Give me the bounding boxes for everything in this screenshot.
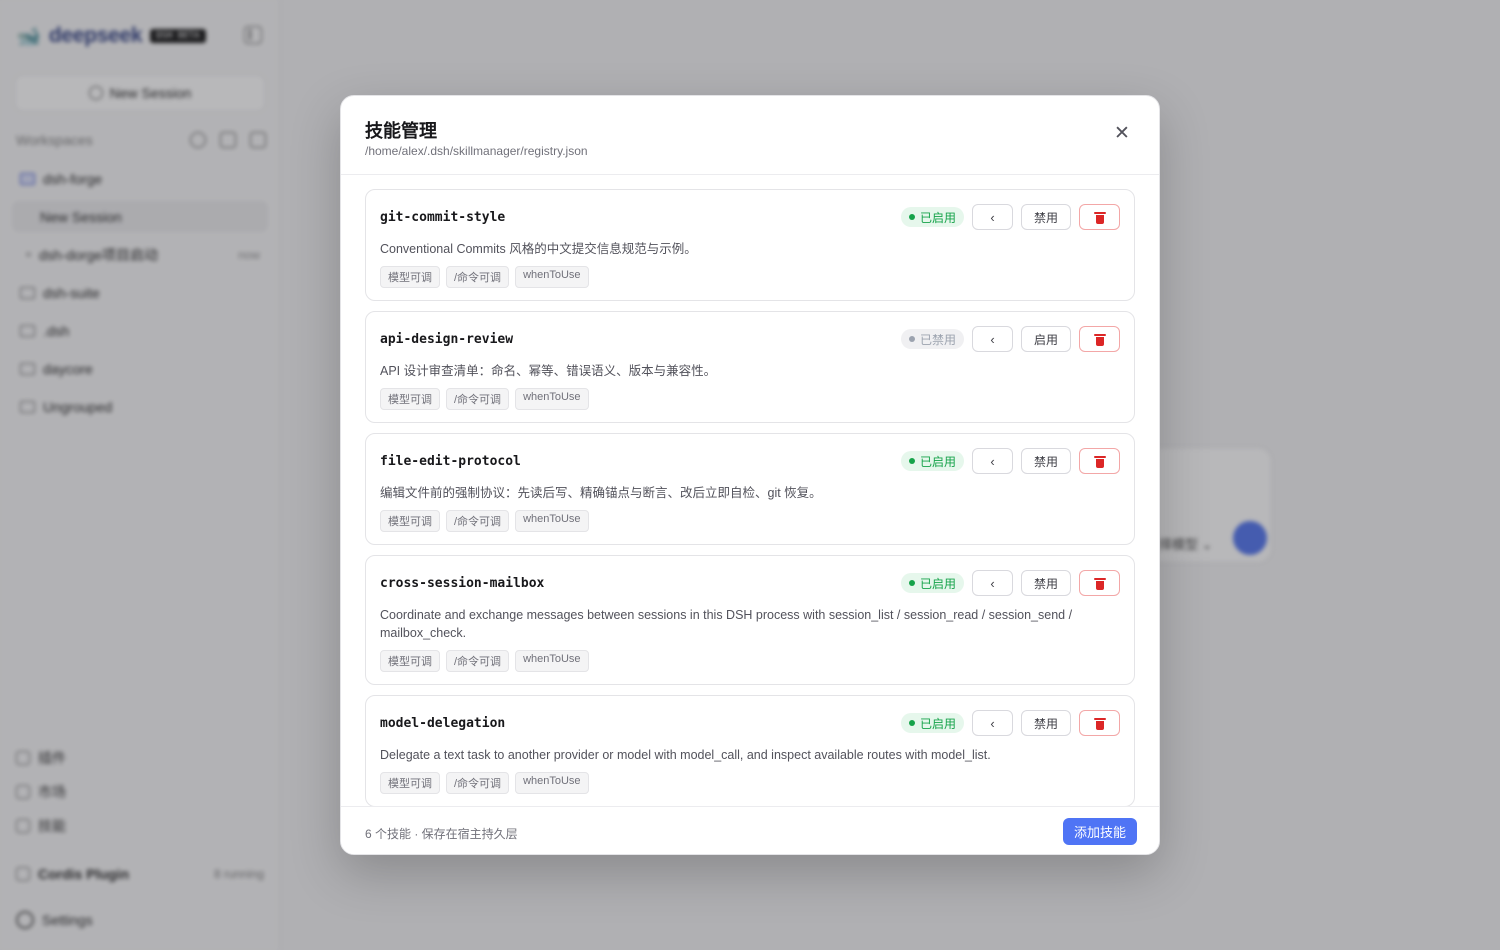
skill-tags: 模型可调/命令可调 whenToUse xyxy=(380,388,1120,410)
skill-tag: whenToUse xyxy=(515,772,589,794)
skill-tag: whenToUse xyxy=(515,266,589,288)
status-badge: 已启用 xyxy=(900,573,964,593)
enable-button[interactable]: 启用 xyxy=(1021,326,1071,352)
expand-button[interactable]: ‹ xyxy=(972,570,1013,596)
skill-tag: 模型可调 xyxy=(380,510,440,532)
close-button[interactable]: ✕ xyxy=(1109,120,1135,146)
skill-manager-modal: 技能管理 /home/alex/.dsh/skillmanager/regist… xyxy=(340,95,1160,855)
status-text: 已启用 xyxy=(919,454,956,469)
status-dot-icon xyxy=(908,336,915,342)
skill-description: API 设计审查清单：命名、幂等、错误语义、版本与兼容性。 xyxy=(380,364,717,378)
skill-tag: /命令可调 xyxy=(446,266,510,288)
skill-tag: whenToUse xyxy=(515,650,589,672)
status-dot-icon xyxy=(908,580,915,586)
status-text: 已启用 xyxy=(919,716,956,731)
skill-description: Coordinate and exchange messages between… xyxy=(380,608,1073,640)
skill-card: api-design-review 已禁用 ‹ 启用 API 设计审查清单：命名、幂等、… xyxy=(365,311,1135,423)
add-skill-button[interactable]: 添加技能 xyxy=(1063,818,1137,845)
skill-list[interactable]: git-commit-style 已启用 ‹ 禁用 Conventional Commi… xyxy=(341,175,1159,806)
delete-button[interactable] xyxy=(1079,570,1120,596)
skill-tag: 模型可调 xyxy=(380,266,440,288)
skill-name: file-edit-protocol xyxy=(380,453,521,469)
status-badge: 已启用 xyxy=(900,451,964,471)
disable-button[interactable]: 禁用 xyxy=(1021,710,1071,736)
modal-footer: 6 个技能 · 保存在宿主持久层 添加技能 xyxy=(341,806,1159,854)
trash-icon xyxy=(1093,577,1106,590)
status-dot-icon xyxy=(908,214,915,220)
skill-count-text: 6 个技能 · 保存在宿主持久层 xyxy=(365,827,518,841)
disable-button[interactable]: 禁用 xyxy=(1021,204,1071,230)
disable-button[interactable]: 禁用 xyxy=(1021,448,1071,474)
trash-icon xyxy=(1093,455,1106,468)
skill-card: model-delegation 已启用 ‹ 禁用 Delegate a text ta… xyxy=(365,695,1135,806)
delete-button[interactable] xyxy=(1079,204,1120,230)
skill-description: Conventional Commits 风格的中文提交信息规范与示例。 xyxy=(380,242,697,256)
chevron-left-icon: ‹ xyxy=(990,715,995,731)
modal-header: 技能管理 /home/alex/.dsh/skillmanager/regist… xyxy=(341,96,1159,175)
status-badge: 已启用 xyxy=(900,207,964,227)
trash-icon xyxy=(1093,717,1106,730)
skill-tag: 模型可调 xyxy=(380,388,440,410)
skill-tag: /命令可调 xyxy=(446,772,510,794)
skill-card: cross-session-mailbox 已启用 ‹ 禁用 Coordinate an… xyxy=(365,555,1135,685)
disable-button[interactable]: 禁用 xyxy=(1021,570,1071,596)
skill-name: cross-session-mailbox xyxy=(380,575,545,591)
expand-button[interactable]: ‹ xyxy=(972,448,1013,474)
skill-name: model-delegation xyxy=(380,715,506,731)
skill-tags: 模型可调/命令可调 whenToUse xyxy=(380,266,1120,288)
chevron-left-icon: ‹ xyxy=(990,331,995,347)
skill-card: git-commit-style 已启用 ‹ 禁用 Conventional Commi… xyxy=(365,189,1135,301)
status-dot-icon xyxy=(908,720,915,726)
expand-button[interactable]: ‹ xyxy=(972,710,1013,736)
skill-tags: 模型可调/命令可调 whenToUse xyxy=(380,510,1120,532)
status-text: 已启用 xyxy=(919,210,956,225)
skill-tag: whenToUse xyxy=(515,510,589,532)
expand-button[interactable]: ‹ xyxy=(972,326,1013,352)
skill-tag: 模型可调 xyxy=(380,650,440,672)
expand-button[interactable]: ‹ xyxy=(972,204,1013,230)
status-dot-icon xyxy=(908,458,915,464)
trash-icon xyxy=(1093,211,1106,224)
skill-tag: /命令可调 xyxy=(446,650,510,672)
skill-description: 编辑文件前的强制协议：先读后写、精确锚点与断言、改后立即自检、git 恢复。 xyxy=(380,486,822,500)
skill-tags: 模型可调/命令可调 whenToUse xyxy=(380,650,1120,672)
registry-path: /home/alex/.dsh/skillmanager/registry.js… xyxy=(365,144,588,158)
chevron-left-icon: ‹ xyxy=(990,209,995,225)
skill-name: api-design-review xyxy=(380,331,514,347)
skill-tag: /命令可调 xyxy=(446,510,510,532)
trash-icon xyxy=(1093,333,1106,346)
close-icon: ✕ xyxy=(1114,122,1130,144)
chevron-left-icon: ‹ xyxy=(990,453,995,469)
status-badge: 已启用 xyxy=(900,713,964,733)
status-text: 已启用 xyxy=(919,576,956,591)
skill-tag: whenToUse xyxy=(515,388,589,410)
skill-tag: /命令可调 xyxy=(446,388,510,410)
modal-title: 技能管理 xyxy=(365,121,437,141)
skill-description: Delegate a text task to another provider… xyxy=(380,748,991,762)
skill-card: file-edit-protocol 已启用 ‹ 禁用编辑文件前的强制协议：先读后写、… xyxy=(365,433,1135,545)
skill-tag: 模型可调 xyxy=(380,772,440,794)
status-badge: 已禁用 xyxy=(900,329,964,349)
status-text: 已禁用 xyxy=(919,332,956,347)
delete-button[interactable] xyxy=(1079,326,1120,352)
skill-name: git-commit-style xyxy=(380,209,506,225)
delete-button[interactable] xyxy=(1079,710,1120,736)
chevron-left-icon: ‹ xyxy=(990,575,995,591)
delete-button[interactable] xyxy=(1079,448,1120,474)
skill-tags: 模型可调/命令可调 whenToUse xyxy=(380,772,1120,794)
